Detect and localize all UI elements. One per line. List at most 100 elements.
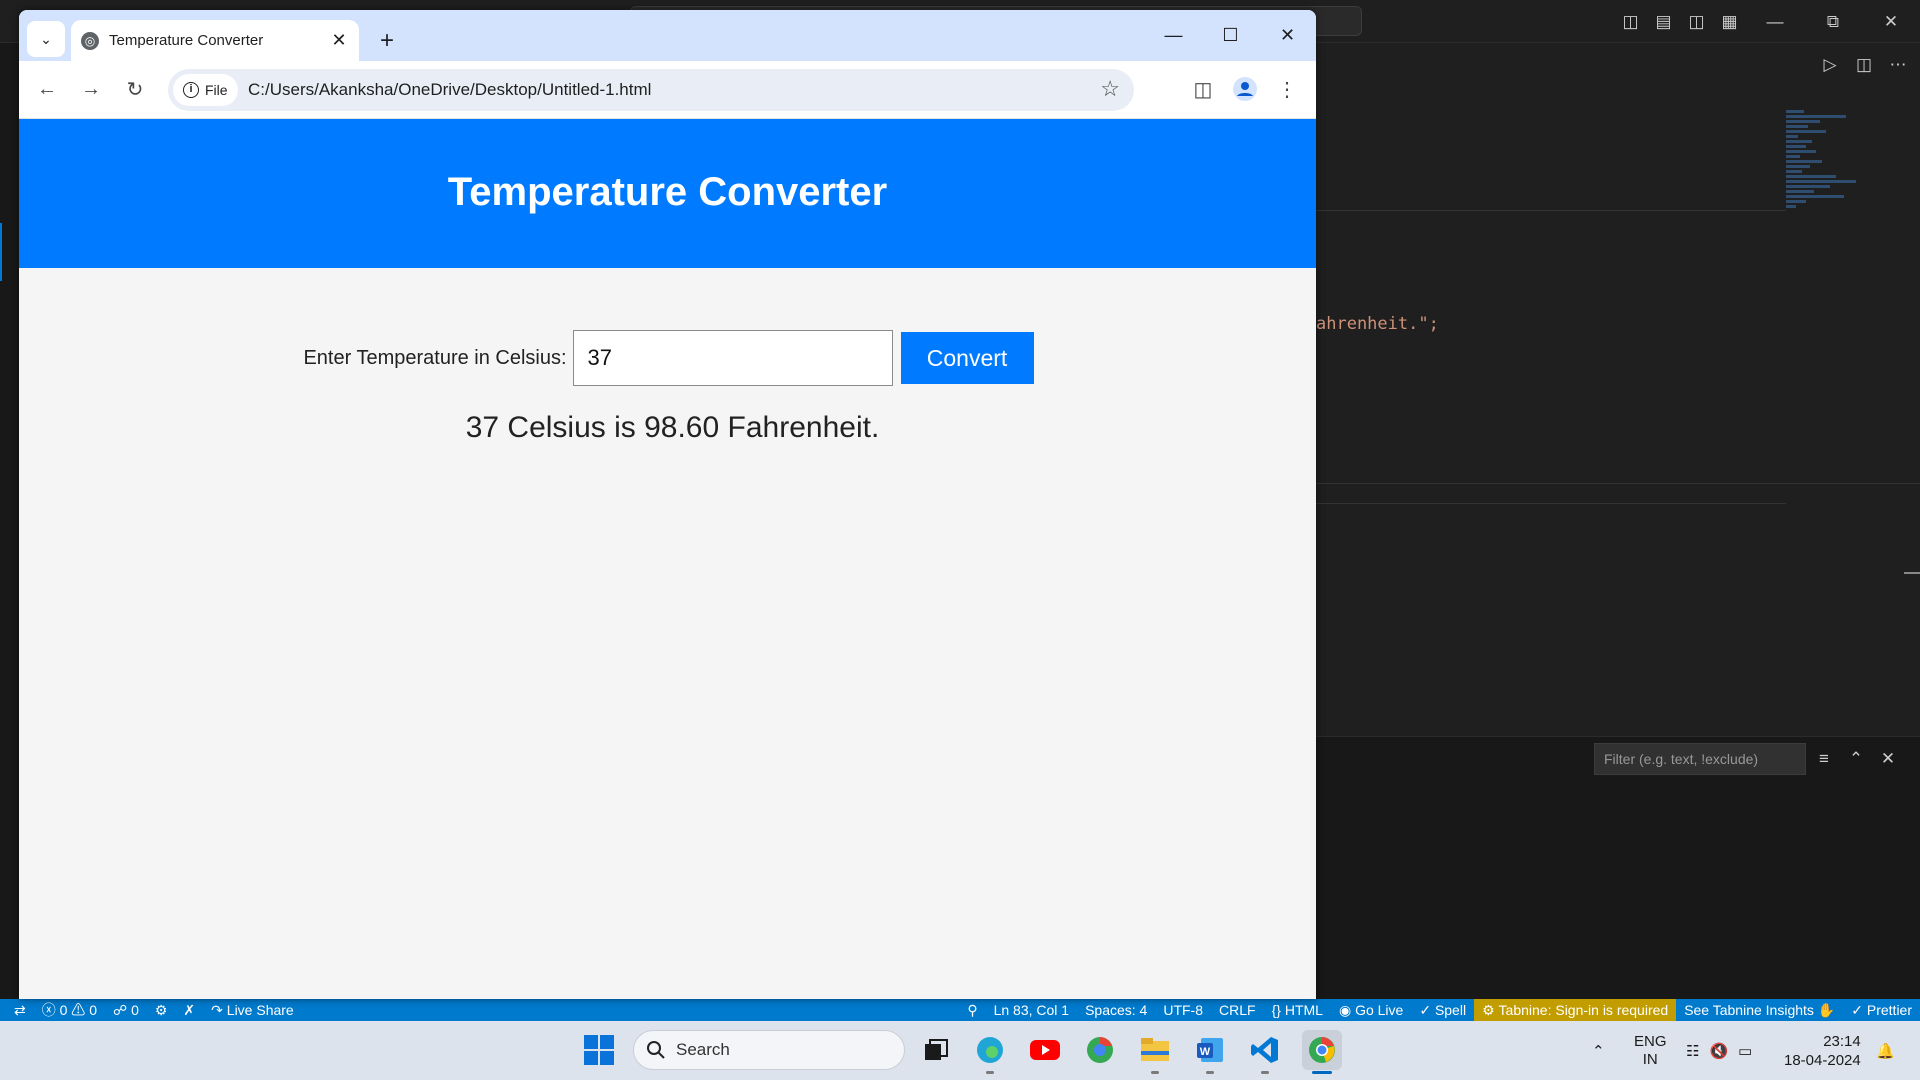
vscode-status-bar: ⇄ ⓧ 0 ⚠ 0 ☍ 0 ⚙ ✗ ↷ Live Share ⚲ Ln 83, … bbox=[0, 999, 1920, 1021]
battery-icon: ▭ bbox=[1738, 1042, 1753, 1060]
browser-tab[interactable]: ◎ Temperature Converter ✕ bbox=[71, 20, 359, 61]
debug-icon[interactable]: ⚙ bbox=[147, 999, 176, 1021]
language-mode[interactable]: {} HTML bbox=[1264, 999, 1331, 1021]
forward-icon[interactable]: → bbox=[75, 73, 107, 105]
tab-search-button[interactable]: ⌄ bbox=[27, 21, 65, 57]
run-icon[interactable]: ▷ bbox=[1818, 55, 1842, 75]
maximize-icon[interactable]: ☐ bbox=[1202, 10, 1259, 61]
chevron-down-icon: ⌄ bbox=[40, 30, 52, 47]
go-live-button[interactable]: ◉ Go Live bbox=[1331, 999, 1411, 1021]
split-editor-icon[interactable]: ◫ bbox=[1852, 55, 1876, 75]
running-indicator bbox=[986, 1071, 994, 1074]
more-actions-icon[interactable]: ⋯ bbox=[1886, 55, 1910, 75]
ports-count: 0 bbox=[131, 1002, 139, 1018]
live-share-icon: ↷ bbox=[211, 1001, 227, 1018]
minimize-icon[interactable]: — bbox=[1145, 10, 1202, 61]
ports-indicator[interactable]: ☍ 0 bbox=[105, 999, 147, 1021]
side-panel-icon[interactable]: ◫ bbox=[1187, 73, 1219, 105]
clock[interactable]: 23:14 18-04-2024 bbox=[1784, 1021, 1861, 1080]
minimap[interactable] bbox=[1786, 110, 1876, 290]
taskbar-search[interactable]: Search bbox=[633, 1030, 905, 1070]
edge-icon[interactable] bbox=[972, 1032, 1008, 1068]
browser-toolbar: ← → ↻ i File C:/Users/Akanksha/OneDrive/… bbox=[19, 61, 1316, 119]
editor-divider bbox=[1316, 483, 1920, 484]
prettier-label: Prettier bbox=[1866, 1002, 1912, 1018]
chrome-icon[interactable] bbox=[1302, 1030, 1342, 1070]
task-view-icon[interactable] bbox=[918, 1032, 954, 1068]
wifi-icon: ☷ bbox=[1686, 1042, 1700, 1060]
active-view-marker bbox=[0, 223, 2, 281]
celsius-label: Enter Temperature in Celsius: bbox=[303, 346, 567, 369]
close-window-icon[interactable]: ✕ bbox=[1259, 10, 1316, 61]
start-button[interactable] bbox=[581, 1032, 617, 1068]
cursor-position[interactable]: Ln 83, Col 1 bbox=[986, 999, 1078, 1021]
output-filter-input[interactable]: Filter (e.g. text, !exclude) bbox=[1594, 743, 1806, 775]
youtube-icon[interactable] bbox=[1027, 1032, 1063, 1068]
notifications-off-icon[interactable]: ✗ bbox=[175, 999, 203, 1021]
running-indicator bbox=[1206, 1071, 1214, 1074]
show-hidden-icons[interactable]: ⌃ bbox=[1592, 1021, 1605, 1080]
toggle-primary-sidebar-icon[interactable]: ◫ bbox=[1614, 0, 1647, 43]
address-bar[interactable]: i File C:/Users/Akanksha/OneDrive/Deskto… bbox=[168, 69, 1134, 111]
braces-icon: {} bbox=[1271, 1002, 1285, 1018]
tab-title: Temperature Converter bbox=[109, 32, 264, 49]
vscode-restore-icon[interactable]: ⧉ bbox=[1804, 0, 1862, 43]
browser-menu-icon[interactable]: ⋮ bbox=[1271, 73, 1303, 105]
new-tab-icon[interactable]: + bbox=[371, 25, 403, 57]
search-icon bbox=[647, 1041, 665, 1059]
close-panel-icon[interactable]: ✕ bbox=[1876, 743, 1900, 775]
converter-form: Enter Temperature in Celsius: Convert bbox=[20, 330, 1316, 386]
tabnine-icon: ⚙ bbox=[1482, 1001, 1499, 1018]
scrollbar-thumb[interactable] bbox=[1904, 572, 1920, 574]
input-language[interactable]: ENG IN bbox=[1634, 1021, 1667, 1080]
svg-text:W: W bbox=[1200, 1046, 1211, 1058]
prettier-button[interactable]: ✓ Prettier bbox=[1843, 999, 1920, 1021]
tabnine-label: Tabnine: Sign-in is required bbox=[1498, 1002, 1669, 1018]
remote-indicator-icon[interactable]: ⇄ bbox=[6, 999, 34, 1021]
maximize-panel-icon[interactable]: ⌃ bbox=[1844, 743, 1868, 775]
convert-button[interactable]: Convert bbox=[900, 332, 1034, 384]
broadcast-icon: ◉ bbox=[1338, 1001, 1356, 1018]
reload-icon[interactable]: ↻ bbox=[119, 73, 151, 105]
live-share-button[interactable]: ↷ Live Share bbox=[203, 999, 302, 1021]
clock-date: 18-04-2024 bbox=[1784, 1051, 1861, 1069]
hand-icon: ✋ bbox=[1813, 1001, 1836, 1018]
notifications-bell-icon[interactable]: 🔔 bbox=[1876, 1021, 1895, 1080]
file-explorer-icon[interactable] bbox=[1137, 1032, 1173, 1068]
tabnine-insights-label: See Tabnine Insights bbox=[1684, 1002, 1814, 1018]
close-tab-icon[interactable]: ✕ bbox=[329, 30, 349, 51]
back-icon[interactable]: ← bbox=[31, 73, 63, 105]
windows-taskbar: Search W ⌃ ENG IN ☷ 🔇 ▭ 23:14 18-04-2024… bbox=[0, 1021, 1920, 1080]
tabnine-status[interactable]: ⚙ Tabnine: Sign-in is required bbox=[1474, 999, 1677, 1021]
tab-strip: ⌄ ◎ Temperature Converter ✕ + — ☐ ✕ bbox=[19, 10, 1316, 61]
bookmark-star-icon[interactable]: ☆ bbox=[1100, 76, 1120, 102]
vscode-icon[interactable] bbox=[1247, 1032, 1283, 1068]
word-wrap-icon[interactable]: ≡ bbox=[1812, 743, 1836, 775]
customize-layout-icon[interactable]: ▦ bbox=[1713, 0, 1746, 43]
quick-settings[interactable]: ☷ 🔇 ▭ bbox=[1686, 1021, 1752, 1080]
word-icon[interactable]: W bbox=[1192, 1032, 1228, 1068]
site-info-label: File bbox=[205, 82, 228, 98]
toggle-secondary-sidebar-icon[interactable]: ◫ bbox=[1680, 0, 1713, 43]
profile-avatar-icon[interactable] bbox=[1229, 73, 1261, 105]
chrome-copilot-icon[interactable] bbox=[1082, 1032, 1118, 1068]
encoding-setting[interactable]: UTF-8 bbox=[1155, 999, 1211, 1021]
problems-indicator[interactable]: ⓧ 0 ⚠ 0 bbox=[34, 999, 105, 1021]
location-icon[interactable]: ⚲ bbox=[959, 999, 985, 1021]
go-live-label: Go Live bbox=[1355, 1002, 1404, 1018]
live-share-label: Live Share bbox=[226, 1002, 294, 1018]
indentation-setting[interactable]: Spaces: 4 bbox=[1077, 999, 1155, 1021]
toggle-panel-icon[interactable]: ▤ bbox=[1647, 0, 1680, 43]
code-line: ahrenheit."; bbox=[1316, 314, 1439, 334]
celsius-input[interactable] bbox=[572, 330, 893, 386]
vscode-minimize-icon[interactable]: — bbox=[1746, 0, 1804, 43]
tabnine-insights-button[interactable]: See Tabnine Insights ✋ bbox=[1676, 999, 1843, 1021]
url-text[interactable]: C:/Users/Akanksha/OneDrive/Desktop/Untit… bbox=[248, 80, 651, 100]
eol-setting[interactable]: CRLF bbox=[1211, 999, 1264, 1021]
clock-time: 23:14 bbox=[1823, 1032, 1861, 1050]
double-check-icon: ✓ bbox=[1851, 1001, 1867, 1018]
globe-icon: ◎ bbox=[81, 31, 99, 50]
vscode-close-icon[interactable]: ✕ bbox=[1862, 0, 1920, 43]
site-info-chip[interactable]: i File bbox=[173, 74, 238, 106]
spell-check-button[interactable]: ✓ Spell bbox=[1411, 999, 1474, 1021]
